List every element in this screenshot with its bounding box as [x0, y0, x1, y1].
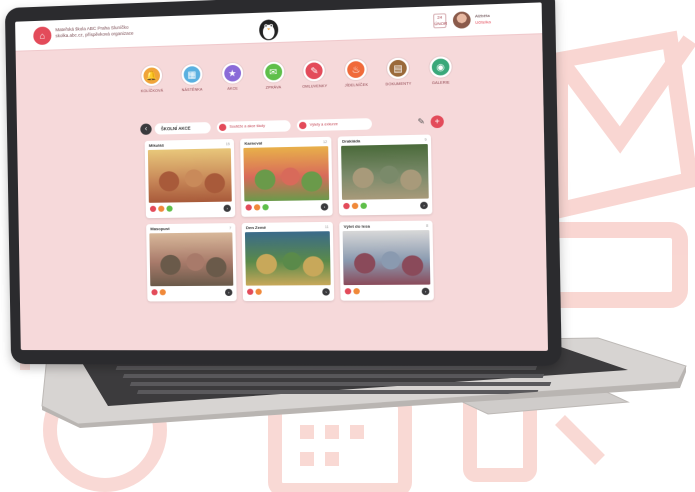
- open-card-icon[interactable]: ›: [322, 288, 330, 296]
- nav-item-label: AKCE: [227, 86, 238, 91]
- reaction-icon[interactable]: [343, 202, 350, 210]
- nav-item-label: DOKUMENTY: [385, 81, 412, 87]
- open-card-icon[interactable]: ›: [421, 287, 430, 296]
- board-icon: ▦: [181, 63, 203, 85]
- reaction-icon[interactable]: [151, 289, 158, 296]
- nav-item-nástěnka[interactable]: ▦ NÁSTĚNKA: [177, 63, 207, 106]
- open-card-icon[interactable]: ›: [320, 203, 329, 211]
- card-photo-count: 8: [426, 223, 429, 228]
- card-title: Karneval: [244, 140, 263, 146]
- card-footer: ›: [146, 202, 235, 217]
- reaction-icon[interactable]: [245, 204, 252, 211]
- laptop-lid: ⌂ Mateřská škola ABC Praha Sluníčko skol…: [4, 0, 562, 366]
- reaction-icon[interactable]: [253, 204, 261, 211]
- pencil-icon[interactable]: ✎: [417, 117, 424, 127]
- card-footer: ›: [243, 285, 334, 299]
- reaction-icon[interactable]: [166, 205, 173, 212]
- nav-item-zpráva[interactable]: ✉ ZPRÁVA: [258, 61, 288, 103]
- calendar-month: ÚNOR: [434, 20, 448, 27]
- note-icon: ✎: [303, 60, 326, 82]
- card-footer: ›: [340, 285, 433, 299]
- nav-item-galerie[interactable]: ◉ GALERIE: [425, 56, 456, 99]
- open-card-icon[interactable]: ›: [420, 201, 428, 210]
- nav-item-jídelníček[interactable]: ♨ JÍDELNÍČEK: [341, 58, 372, 101]
- reaction-icon[interactable]: [351, 202, 359, 210]
- card-title: Den Země: [245, 224, 267, 231]
- star-icon: ★: [221, 62, 243, 84]
- reaction-icon[interactable]: [262, 204, 269, 211]
- nav-item-dokumenty[interactable]: ▤ DOKUMENTY: [383, 57, 414, 100]
- nav-item-label: JÍDELNÍČEK: [344, 82, 369, 88]
- avatar[interactable]: [452, 11, 471, 29]
- category-nav: 🔔 KOLÍČKOVÁ ▦ NÁSTĚNKA ★ AKCE ✉ ZPRÁVA ✎ OMLUVENK…: [137, 56, 456, 107]
- bell-icon: 🔔: [141, 65, 163, 87]
- reaction-icon[interactable]: [255, 288, 262, 295]
- reaction-icon[interactable]: [360, 202, 367, 209]
- card-photo[interactable]: [147, 148, 232, 203]
- open-card-icon[interactable]: ›: [224, 288, 233, 297]
- reaction-icon[interactable]: [158, 205, 165, 212]
- reaction-icon[interactable]: [344, 288, 352, 295]
- document-icon: ▤: [387, 57, 410, 80]
- user-info[interactable]: Alžběta Učitelka: [475, 13, 491, 26]
- filter-bar: ‹ ŠKOLNÍ AKCE Soutěže a akce školy Výlet…: [140, 115, 448, 137]
- nav-item-omluvenky[interactable]: ✎ OMLUVENKY: [299, 60, 330, 102]
- gallery-card[interactable]: Drakiáda 9 ›: [337, 134, 433, 216]
- reaction-icon[interactable]: [149, 205, 157, 212]
- card-title: Drakiáda: [342, 138, 361, 144]
- card-footer: ›: [339, 199, 432, 214]
- card-photo[interactable]: [341, 144, 429, 200]
- filter-chip-events[interactable]: Soutěže a akce školy: [216, 120, 291, 134]
- category-filter[interactable]: ŠKOLNÍ AKCE: [154, 122, 211, 135]
- card-title: Výlet do lesa: [343, 223, 371, 229]
- card-title: Mikuláš: [148, 142, 164, 148]
- back-button[interactable]: ‹: [140, 123, 152, 135]
- nav-item-label: KOLÍČKOVÁ: [140, 88, 164, 94]
- nav-item-label: ZPRÁVA: [265, 85, 282, 90]
- nav-item-akce[interactable]: ★ AKCE: [218, 62, 248, 105]
- card-photo-count: 7: [229, 225, 232, 230]
- gallery-card[interactable]: Výlet do lesa 8 ›: [339, 220, 434, 301]
- card-photo-count: 12: [322, 139, 328, 144]
- card-footer: ›: [241, 200, 332, 215]
- penguin-logo-icon[interactable]: [257, 16, 281, 42]
- card-footer: ›: [147, 286, 236, 300]
- card-photo[interactable]: [342, 230, 431, 286]
- school-logo-icon[interactable]: ⌂: [33, 26, 52, 46]
- calendar-icon[interactable]: 24 ÚNOR: [433, 13, 448, 29]
- open-card-icon[interactable]: ›: [223, 204, 231, 212]
- gallery-card[interactable]: Den Země 11 ›: [241, 221, 335, 302]
- reaction-icon[interactable]: [353, 288, 360, 295]
- card-photo[interactable]: [243, 146, 330, 202]
- nav-item-label: OMLUVENKY: [302, 83, 328, 89]
- filter-chip-trips[interactable]: Výlety a exkurze: [296, 118, 373, 132]
- top-bar: ⌂ Mateřská škola ABC Praha Sluníčko skol…: [15, 2, 543, 52]
- card-photo-count: 9: [424, 137, 427, 142]
- card-photo[interactable]: [149, 232, 234, 287]
- gallery-card[interactable]: Masopust 7 ›: [146, 223, 237, 302]
- user-role: Učitelka: [475, 19, 491, 25]
- app-screen: ⌂ Mateřská škola ABC Praha Sluníčko skol…: [15, 2, 549, 351]
- card-title: Masopust: [150, 225, 170, 232]
- nav-item-label: NÁSTĚNKA: [181, 87, 203, 93]
- gallery-icon: ◉: [429, 56, 452, 78]
- card-photo-count: 15: [225, 141, 230, 146]
- school-name: Mateřská škola ABC Praha Sluníčko skolka…: [55, 23, 178, 39]
- add-button[interactable]: +: [430, 115, 444, 129]
- card-photo[interactable]: [244, 231, 331, 286]
- nav-item-label: GALERIE: [431, 80, 450, 86]
- reaction-icon[interactable]: [159, 289, 166, 296]
- gallery-card[interactable]: Karneval 12 ›: [240, 136, 333, 217]
- gallery-card[interactable]: Mikuláš 15 ›: [144, 138, 236, 219]
- card-photo-count: 11: [324, 224, 329, 229]
- message-icon: ✉: [262, 61, 284, 83]
- nav-item-kolíčková[interactable]: 🔔 KOLÍČKOVÁ: [137, 65, 167, 106]
- food-icon: ♨: [345, 58, 368, 81]
- reaction-icon[interactable]: [246, 288, 254, 295]
